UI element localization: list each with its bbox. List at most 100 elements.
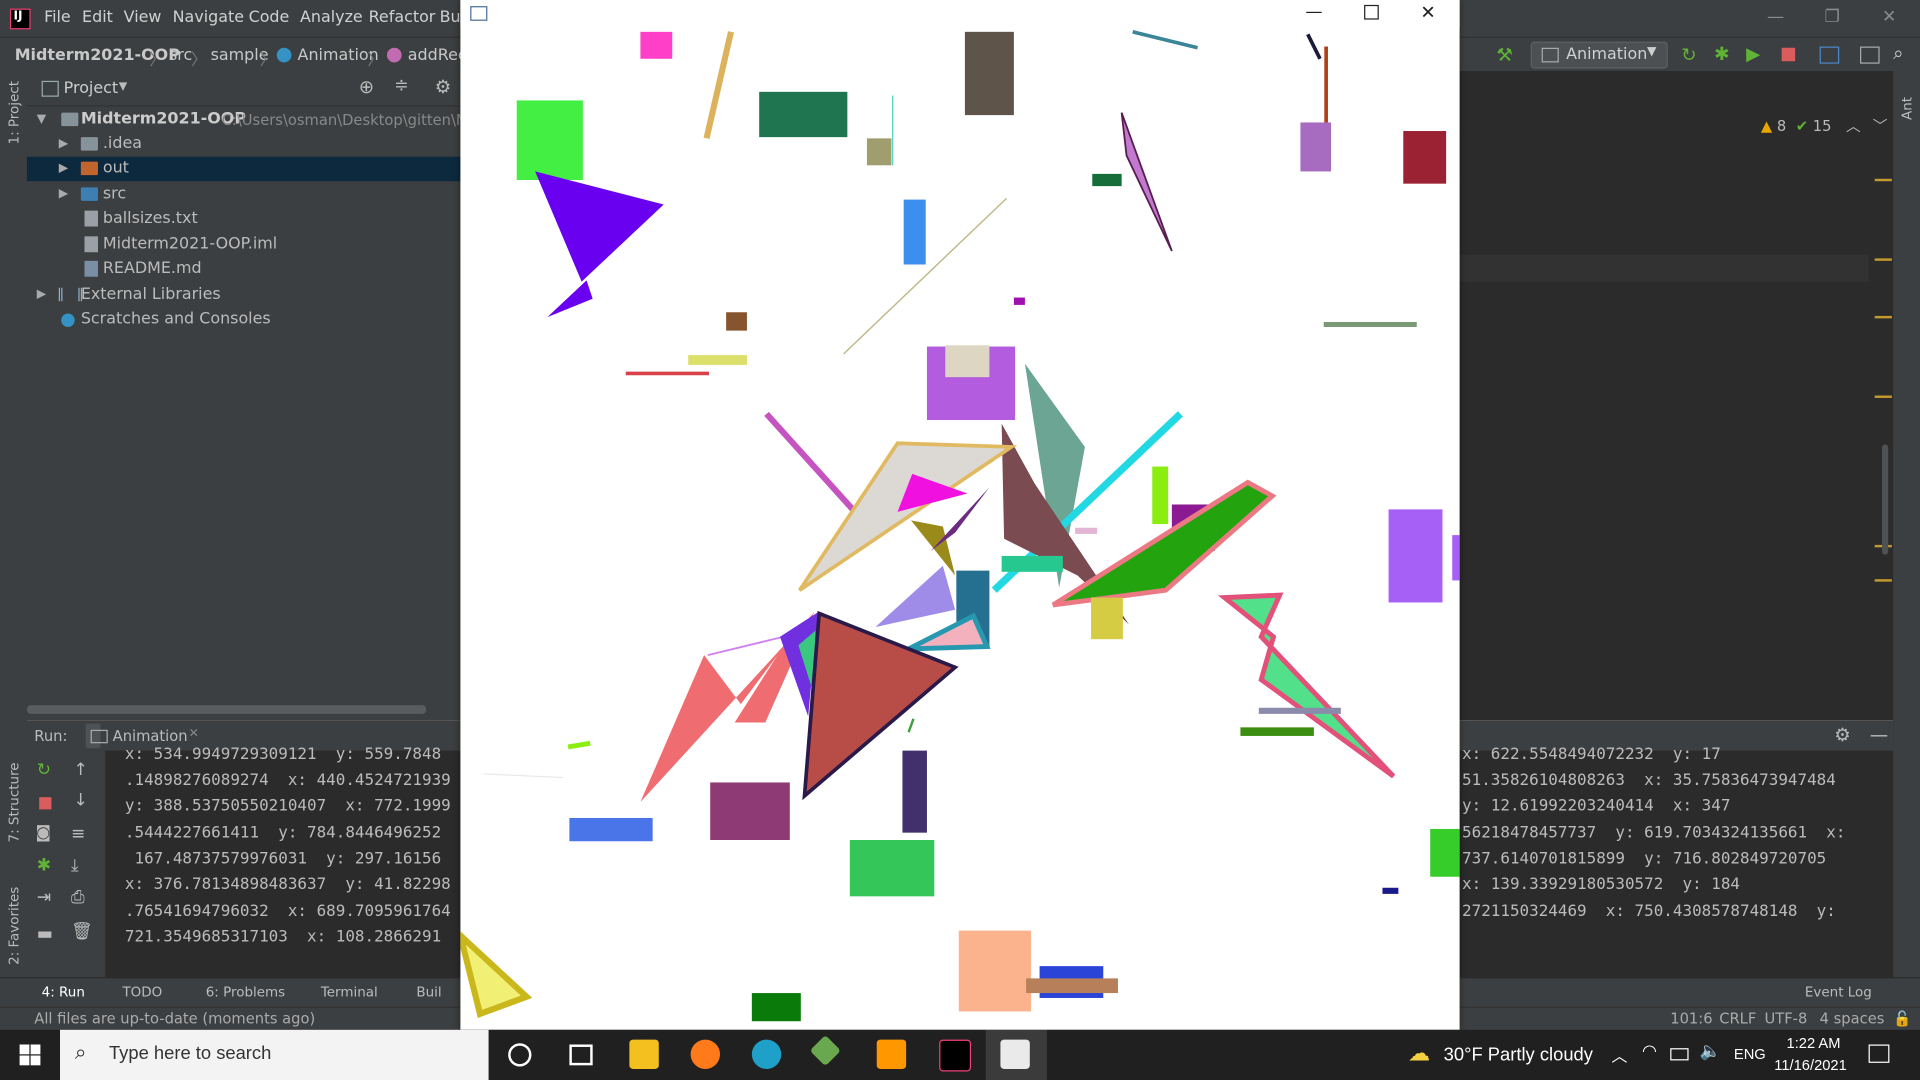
trash-icon[interactable]: 🗑 [71,922,93,942]
debug-icon[interactable]: ✱ [1714,43,1729,65]
menu-code[interactable]: Code [249,9,290,27]
login-icon[interactable]: ⇥ [37,888,51,908]
project-view-title[interactable]: Project [64,80,118,98]
project-structure-icon[interactable] [1819,46,1840,64]
ide-restore-icon[interactable]: ❐ [1825,7,1840,27]
ide-close-icon[interactable]: ✕ [1882,7,1896,27]
side-tab-project[interactable]: 1: Project [6,81,22,144]
tree-item-iml[interactable]: Midterm2021-OOP.iml [27,233,460,257]
animation-window[interactable]: — ✕ [460,0,1460,1030]
side-tab-ant[interactable]: Ant [1899,97,1915,120]
search-everywhere-icon[interactable]: ⌕ [1893,42,1903,64]
project-horizontal-scrollbar[interactable] [26,705,427,714]
side-tab-structure[interactable]: 7: Structure [6,762,22,842]
volume-icon[interactable]: 🔈 [1700,1042,1721,1062]
scroll-to-end-icon[interactable]: ⤓ [71,856,79,876]
editor-scroll-marker [1874,178,1892,182]
line-separator[interactable]: CRLF [1719,1010,1756,1027]
tree-item-src[interactable]: ▶ src [27,182,460,206]
editor-scrollbar[interactable] [1882,444,1889,555]
minimize-panel-icon[interactable]: — [1870,724,1888,746]
menu-analyze[interactable]: Analyze [300,9,363,27]
folder-icon [80,137,98,151]
intellij-idea-icon[interactable] [939,1039,972,1072]
menu-build[interactable]: Bu [440,9,461,27]
menu-view[interactable]: View [124,9,162,27]
taskbar-search-box[interactable]: ⌕ Type here to search [60,1029,489,1080]
breadcrumb-method[interactable]: addRec [408,47,467,65]
firefox-icon[interactable] [690,1039,721,1069]
breadcrumb-src[interactable]: src [169,47,192,65]
stop-icon[interactable] [39,797,52,810]
cortana-icon[interactable] [508,1043,532,1067]
side-tab-favorites[interactable]: 2: Favorites [6,887,22,965]
shape-line [907,718,915,733]
notification-icon[interactable] [1868,1044,1890,1063]
file-encoding[interactable]: UTF-8 [1765,1010,1808,1027]
collapse-all-icon[interactable]: ≑ [394,76,408,96]
tree-item-external-libraries[interactable]: ▶ External Libraries [27,283,460,307]
tree-item-out[interactable]: ▶ out [26,156,461,182]
weather-text[interactable]: 30°F Partly cloudy [1444,1044,1593,1065]
tab-run[interactable]: 4: Run [42,984,85,1000]
tree-item-scratches[interactable]: Scratches and Consoles [27,307,460,331]
event-log[interactable]: Event Log [1805,984,1872,1000]
tree-item-ballsizes[interactable]: ballsizes.txt [27,207,460,231]
run-configuration-select[interactable]: Animation ▼ [1530,41,1668,69]
git-gui-icon[interactable] [809,1035,841,1067]
caret-position[interactable]: 101:6 [1670,1010,1712,1027]
print-icon[interactable]: ⎙ [71,888,85,908]
clock-date[interactable]: 11/16/2021 [1774,1057,1846,1074]
tree-root[interactable]: ▼ Midterm2021-OOP C:\Users\osman\Desktop… [27,108,482,132]
build-hammer-icon[interactable]: ⚒ [1496,44,1512,66]
edge-icon[interactable] [751,1039,782,1069]
locate-icon[interactable]: ⊕ [359,76,374,98]
weather-icon[interactable]: ☁ [1408,1041,1430,1067]
inspection-widget[interactable]: ▲ 8 ✔ 15 ︿ ﹀ [1761,115,1888,136]
lock-icon[interactable]: 🔓 [1893,1010,1911,1027]
soft-wrap-icon[interactable]: ≡ [71,824,85,844]
language-indicator[interactable]: ENG [1734,1046,1766,1063]
shape-rect [726,312,747,331]
rerun-icon[interactable]: ↻ [37,760,51,780]
file-explorer-icon[interactable] [629,1039,659,1069]
chevron-down-icon[interactable]: ▼ [119,81,127,93]
warning-count: 8 [1776,117,1787,135]
chevron-up-icon[interactable]: ︿ [1611,1043,1627,1066]
tab-terminal[interactable]: Terminal [321,984,378,1000]
animation-canvas [460,30,1460,1022]
chevron-up-icon[interactable]: ︿ [1846,118,1861,135]
tab-problems[interactable]: 6: Problems [206,984,285,1000]
gear-icon[interactable]: ⚙ [435,76,451,98]
battery-icon[interactable] [1670,1048,1689,1061]
tab-build[interactable]: Buil [416,984,441,1000]
tree-item-readme[interactable]: README.md [27,257,460,281]
up-arrow-icon[interactable]: ↑ [73,760,87,780]
tree-item-idea[interactable]: ▶ .idea [27,132,460,156]
rerun-icon[interactable]: ↻ [1681,44,1696,66]
camera-icon[interactable]: ◙ [36,824,51,842]
menu-refactor[interactable]: Refactor [369,9,436,27]
sublime-text-icon[interactable] [876,1039,907,1069]
gear-icon[interactable]: ⚙ [1834,724,1850,746]
windows-start-icon[interactable] [19,1044,41,1066]
clock-time[interactable]: 1:22 AM [1787,1035,1841,1052]
menu-file[interactable]: File [44,9,71,27]
menu-navigate[interactable]: Navigate [173,9,244,27]
network-icon[interactable]: ◠ [1642,1042,1657,1062]
shape-line [764,411,860,517]
close-icon[interactable]: ✕ [189,727,199,740]
chevron-down-icon[interactable]: ﹀ [1873,118,1888,135]
indent-setting[interactable]: 4 spaces [1820,1010,1885,1027]
window-layout-icon[interactable] [1860,46,1880,64]
stop-icon[interactable] [1781,47,1796,62]
tab-todo[interactable]: TODO [122,984,162,1000]
debug-icon[interactable]: ✱ [37,856,51,876]
coverage-icon[interactable]: ▶ [1746,43,1760,65]
task-view-icon[interactable] [569,1044,593,1066]
layout-icon[interactable]: ▬ [37,924,53,944]
menu-edit[interactable]: Edit [82,9,113,27]
ide-minimize-icon[interactable]: — [1767,7,1784,27]
status-message[interactable]: All files are up-to-date (moments ago) [34,1010,315,1027]
down-arrow-icon[interactable]: ↓ [73,791,87,811]
